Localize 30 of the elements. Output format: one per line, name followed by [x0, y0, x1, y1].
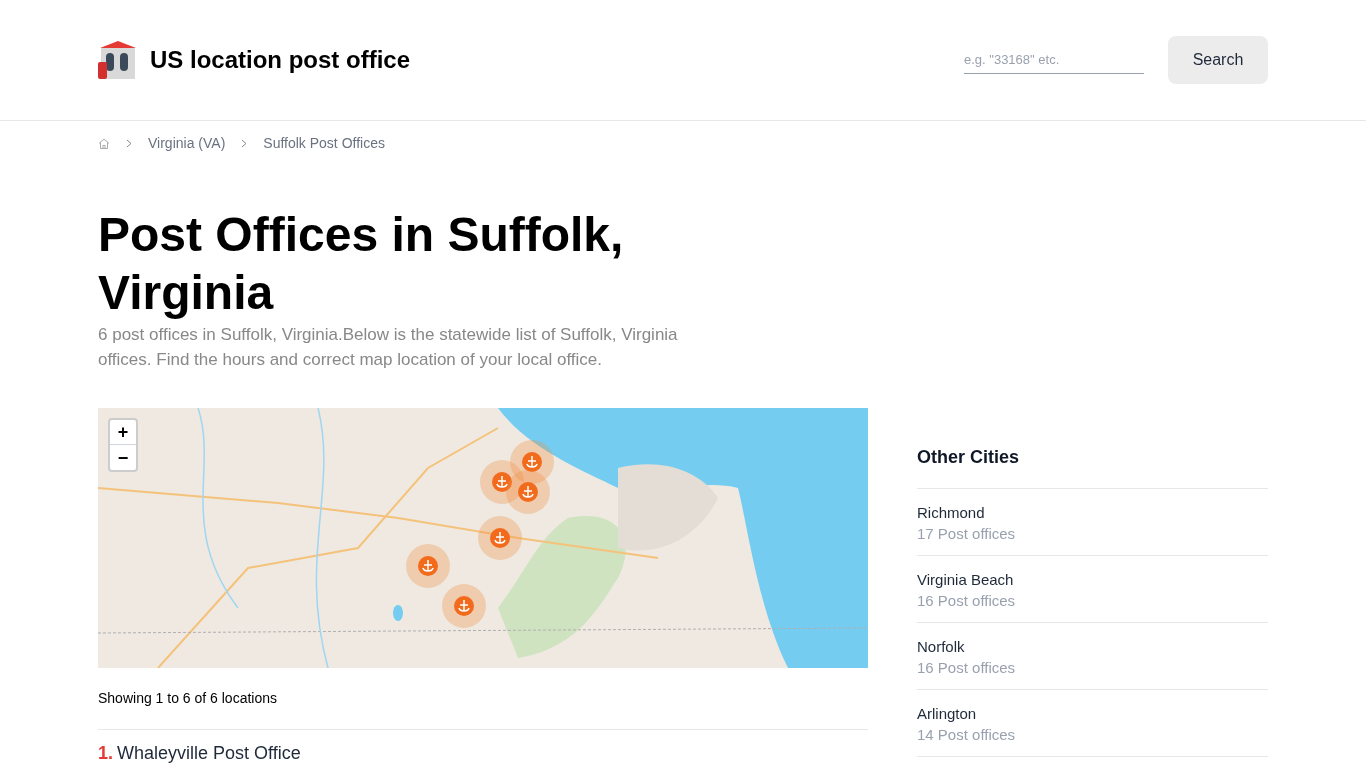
- map-marker-icon[interactable]: [478, 516, 522, 560]
- post-office-count: 16 Post offices: [917, 591, 1017, 611]
- search-button[interactable]: Search: [1168, 36, 1268, 84]
- city-link[interactable]: Richmond: [917, 503, 1268, 523]
- post-office-count: 16 Post offices: [917, 658, 1017, 678]
- city-link[interactable]: Arlington: [917, 704, 1268, 724]
- site-title[interactable]: US location post office: [150, 42, 410, 78]
- home-icon[interactable]: [98, 138, 110, 149]
- breadcrumb-link[interactable]: Virginia (VA): [148, 133, 226, 154]
- search-field[interactable]: e.g. "33168" etc.: [964, 45, 1144, 75]
- map-marker-icon[interactable]: [442, 584, 486, 628]
- city-link[interactable]: Norfolk: [917, 637, 1268, 657]
- chevron-icon: [241, 139, 248, 148]
- map-marker-icon[interactable]: [506, 470, 550, 514]
- post-office-icon: [98, 40, 138, 80]
- map-marker-icon[interactable]: [480, 460, 524, 504]
- map-marker-icon[interactable]: [406, 544, 450, 588]
- chevron-icon: [126, 139, 132, 148]
- zoom-in-button[interactable]: +: [110, 420, 136, 445]
- office-link[interactable]: Whaleyville Post Office: [117, 742, 301, 764]
- page-title: Post Offices in Suffolk, Virginia: [98, 207, 625, 321]
- breadcrumb-link[interactable]: Suffolk Post Offices: [263, 133, 385, 154]
- zoom-out-button[interactable]: −: [110, 445, 136, 470]
- post-office-count: 14 Post offices: [917, 725, 1017, 745]
- page-description: 6 post offices in Suffolk, Virginia.Below is the statewide list of Suffolk, Virginia offices. Find the hours and correct map location of your local office.: [98, 324, 679, 371]
- sidebar-heading: Other Cities: [917, 444, 1268, 489]
- post-office-count: 17 Post offices: [917, 524, 1017, 544]
- city-link[interactable]: Virginia Beach: [917, 570, 1268, 590]
- results-summary: Showing 1 to 6 of 6 locations: [98, 688, 868, 730]
- item-number: 1.: [98, 742, 113, 764]
